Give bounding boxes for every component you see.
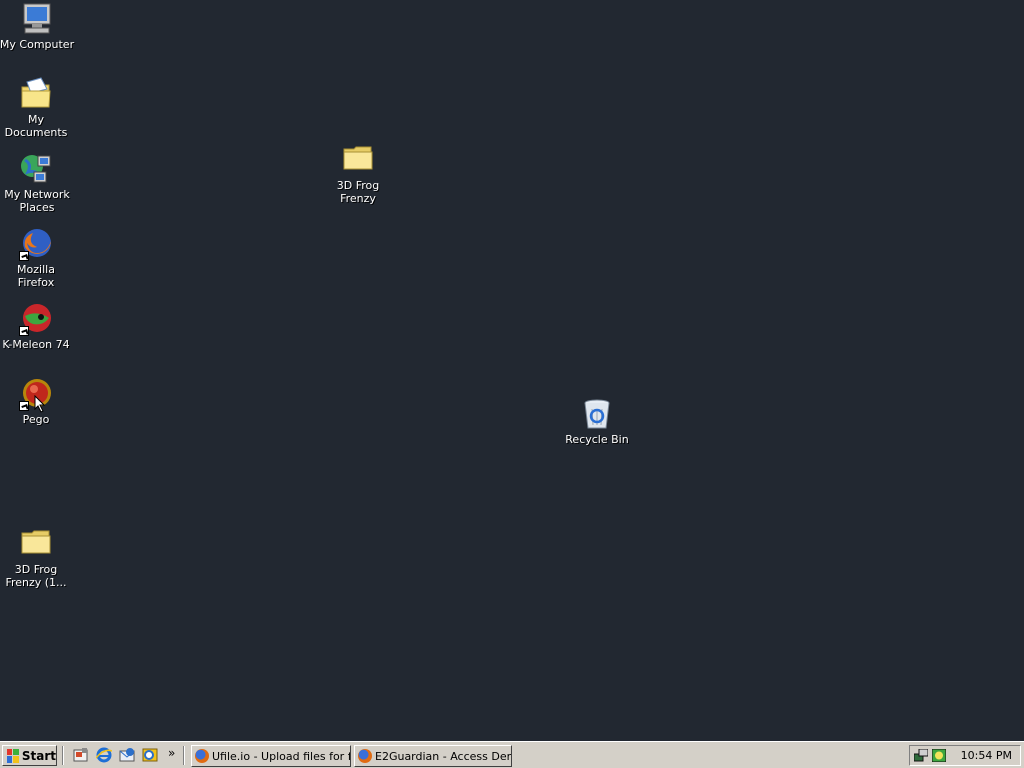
icon-label: Pego [22, 413, 50, 426]
icon-label: 3D Frog Frenzy (1... [5, 563, 67, 589]
task-button-label: E2Guardian - Access Deni... [375, 749, 512, 763]
icon-label: Mozilla Firefox [17, 263, 55, 289]
system-tray: 10:54 PM [909, 745, 1021, 766]
firefox-icon [195, 749, 209, 763]
recycle-bin-icon [580, 397, 614, 431]
icon-label: My Computer [0, 38, 75, 51]
media-player-icon[interactable] [142, 747, 158, 763]
shortcut-arrow-icon [19, 251, 29, 261]
internet-explorer-icon[interactable] [96, 747, 112, 763]
firefox-icon [358, 749, 372, 763]
task-button-e2guardian[interactable]: E2Guardian - Access Deni... [354, 745, 512, 767]
shortcut-arrow-icon [19, 326, 29, 336]
task-button-ufile[interactable]: Ufile.io - Upload files for f... [191, 745, 351, 767]
icon-label: K-Meleon 74 [2, 338, 70, 351]
recycle-bin[interactable]: Recycle Bin [559, 397, 635, 446]
my-computer-shortcut[interactable]: My Computer [0, 2, 75, 51]
3d-frog-frenzy-folder[interactable]: 3D Frog Frenzy [320, 143, 396, 205]
icon-label: My Documents [4, 113, 68, 139]
my-documents-shortcut[interactable]: My Documents [0, 77, 74, 139]
windows-logo-icon [7, 748, 19, 763]
documents-folder-icon [19, 77, 53, 111]
taskbar: Start » Ufile.io - Upload files for f...… [0, 741, 1024, 768]
quick-launch-more-button[interactable]: » [168, 746, 175, 760]
k-meleon-icon [19, 302, 53, 336]
desktop[interactable]: My Computer My Documents My Network Plac… [0, 0, 1024, 741]
icon-label: 3D Frog Frenzy [336, 179, 380, 205]
k-meleon-shortcut[interactable]: K-Meleon 74 [0, 302, 74, 351]
outlook-express-icon[interactable] [119, 747, 135, 763]
mozilla-firefox-shortcut[interactable]: Mozilla Firefox [0, 227, 74, 289]
show-desktop-icon[interactable] [73, 747, 89, 763]
taskbar-separator [62, 746, 64, 765]
start-label: Start [21, 748, 56, 763]
folder-icon [341, 143, 375, 177]
icon-label: My Network Places [4, 188, 70, 214]
tray-app-icon[interactable] [932, 749, 946, 762]
taskbar-separator [183, 746, 185, 765]
clock[interactable]: 10:54 PM [961, 749, 1012, 762]
network-connection-icon[interactable] [914, 749, 928, 762]
icon-label: Recycle Bin [565, 433, 629, 446]
network-globe-icon [20, 152, 54, 186]
mouse-pointer-icon [34, 395, 46, 413]
folder-icon [19, 527, 53, 561]
my-network-places-shortcut[interactable]: My Network Places [0, 152, 75, 214]
shortcut-arrow-icon [19, 401, 29, 411]
3d-frog-frenzy-1-folder[interactable]: 3D Frog Frenzy (1... [0, 527, 74, 589]
computer-icon [20, 2, 54, 36]
firefox-icon [19, 227, 53, 261]
task-button-label: Ufile.io - Upload files for f... [212, 749, 351, 763]
start-button[interactable]: Start [2, 745, 57, 766]
